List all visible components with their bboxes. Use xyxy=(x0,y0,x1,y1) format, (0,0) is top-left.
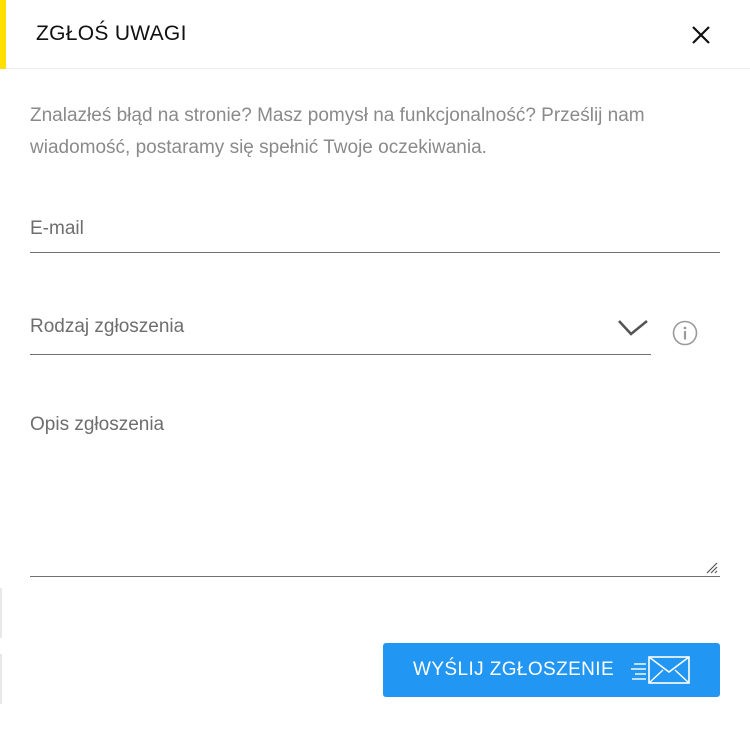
resize-handle-icon[interactable] xyxy=(704,560,718,574)
intro-text: Znalazłeś błąd na stronie? Masz pomysł n… xyxy=(30,105,645,158)
close-icon xyxy=(692,26,710,44)
report-type-select[interactable]: Rodzaj zgłoszenia xyxy=(30,316,651,355)
description-placeholder: Opis zgłoszenia xyxy=(30,414,165,435)
dialog-title: ZGŁOŚ UWAGI xyxy=(36,22,187,45)
email-field[interactable]: E-mail xyxy=(30,218,720,253)
side-tab xyxy=(0,654,2,704)
envelope-icon xyxy=(631,656,690,684)
info-icon[interactable] xyxy=(672,320,698,346)
chevron-down-icon xyxy=(618,319,648,336)
submit-button[interactable]: WYŚLIJ ZGŁOSZENIE xyxy=(383,643,720,697)
email-placeholder: E-mail xyxy=(30,218,84,239)
description-field[interactable]: Opis zgłoszenia xyxy=(30,414,720,577)
report-type-placeholder: Rodzaj zgłoszenia xyxy=(30,316,185,337)
accent-bar xyxy=(0,0,6,69)
feedback-dialog: ZGŁOŚ UWAGI Znalazłeś błąd na stronie? M… xyxy=(0,0,750,744)
close-button[interactable] xyxy=(686,20,716,50)
dialog-header: ZGŁOŚ UWAGI xyxy=(0,0,750,69)
submit-label: WYŚLIJ ZGŁOSZENIE xyxy=(413,659,615,680)
side-tab xyxy=(0,588,2,638)
